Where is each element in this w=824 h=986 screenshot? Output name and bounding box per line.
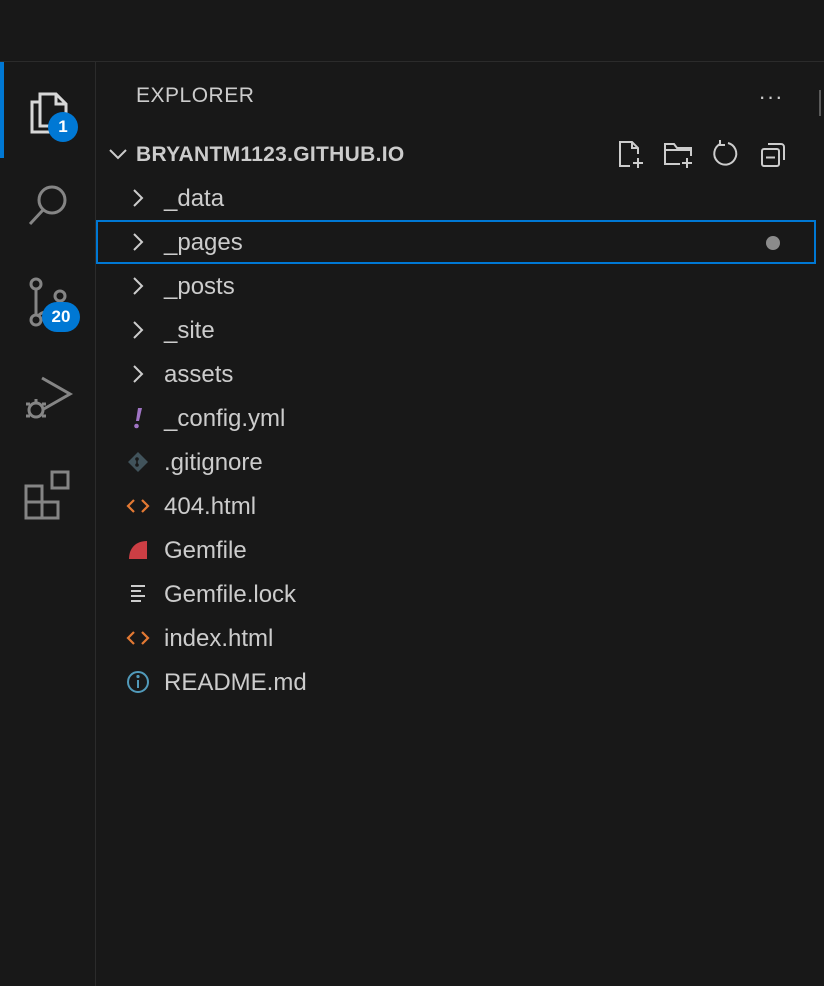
new-folder-button[interactable] <box>660 136 696 172</box>
sash-edge <box>819 90 821 116</box>
workspace-folder-header[interactable]: BRYANTM1123.GITHUB.IO <box>96 132 824 176</box>
extensions-icon <box>24 470 69 520</box>
explorer-sidebar: EXPLORER ··· BRYANTM1123.GITHUB.IO _data… <box>96 62 824 986</box>
run-debug-icon <box>25 376 73 419</box>
workspace-folder-name: BRYANTM1123.GITHUB.IO <box>136 143 405 166</box>
tree-item-site-folder[interactable]: _site <box>96 308 816 352</box>
tree-item-label: _pages <box>164 229 243 256</box>
new-file-button[interactable] <box>612 136 648 172</box>
tree-item-label: Gemfile.lock <box>164 581 297 608</box>
tree-item-label: _data <box>164 185 225 212</box>
source-control-badge: 20 <box>42 302 80 332</box>
info-icon <box>126 670 150 694</box>
chevron-right-icon <box>126 362 150 386</box>
tree-item-gemfile-file[interactable]: Gemfile <box>96 528 816 572</box>
new-file-icon <box>619 141 643 168</box>
html-icon <box>126 494 150 518</box>
tree-item-label: _posts <box>164 273 235 300</box>
source-control-activity-button[interactable]: 20 <box>0 254 95 350</box>
tree-item-label: assets <box>164 361 234 388</box>
ruby-icon <box>126 538 150 562</box>
modified-dot-icon <box>766 236 780 250</box>
git-icon <box>126 450 150 474</box>
search-icon <box>28 185 66 226</box>
collapse-all-icon <box>761 143 785 167</box>
yaml-icon <box>126 406 150 430</box>
tree-item-assets-folder[interactable]: assets <box>96 352 816 396</box>
tree-item-label: .gitignore <box>164 449 263 476</box>
explorer-badge: 1 <box>48 112 78 142</box>
tree-item-label: index.html <box>164 625 274 652</box>
tree-item-404-file[interactable]: 404.html <box>96 484 816 528</box>
refresh-button[interactable] <box>708 136 744 172</box>
tree-item-label: _site <box>164 317 215 344</box>
run-debug-activity-button[interactable] <box>0 350 95 446</box>
title-bar <box>0 0 824 62</box>
chevron-right-icon <box>126 230 150 254</box>
tree-item-label: README.md <box>164 669 307 696</box>
search-activity-button[interactable] <box>0 158 95 254</box>
chevron-right-icon <box>126 274 150 298</box>
chevron-down-icon <box>109 149 127 160</box>
tree-item-data-folder[interactable]: _data <box>96 176 816 220</box>
activity-bar: 1 20 <box>0 62 96 986</box>
tree-item-label: _config.yml <box>164 405 286 432</box>
chevron-right-icon <box>126 186 150 210</box>
tree-item-gitignore-file[interactable]: .gitignore <box>96 440 816 484</box>
tree-item-readme-file[interactable]: README.md <box>96 660 816 704</box>
tree-item-gemfile-lock-file[interactable]: Gemfile.lock <box>96 572 816 616</box>
folder-actions <box>612 136 792 172</box>
tree-item-config-file[interactable]: _config.yml <box>96 396 816 440</box>
extensions-activity-button[interactable] <box>0 446 95 542</box>
tree-item-index-file[interactable]: index.html <box>96 616 816 660</box>
tree-item-label: Gemfile <box>164 537 247 564</box>
tree-item-posts-folder[interactable]: _posts <box>96 264 816 308</box>
tree-item-pages-folder[interactable]: _pages <box>96 220 816 264</box>
html-icon <box>126 626 150 650</box>
file-tree: _data _pages _posts _site assets _config… <box>96 176 824 704</box>
sidebar-title: EXPLORER <box>136 84 255 107</box>
tree-item-label: 404.html <box>164 493 257 520</box>
refresh-icon <box>713 140 738 166</box>
lines-icon <box>126 582 150 606</box>
collapse-all-button[interactable] <box>756 136 792 172</box>
explorer-activity-button[interactable]: 1 <box>0 62 95 158</box>
new-folder-icon <box>664 143 692 168</box>
chevron-right-icon <box>126 318 150 342</box>
more-actions-button[interactable]: ··· <box>756 82 786 112</box>
